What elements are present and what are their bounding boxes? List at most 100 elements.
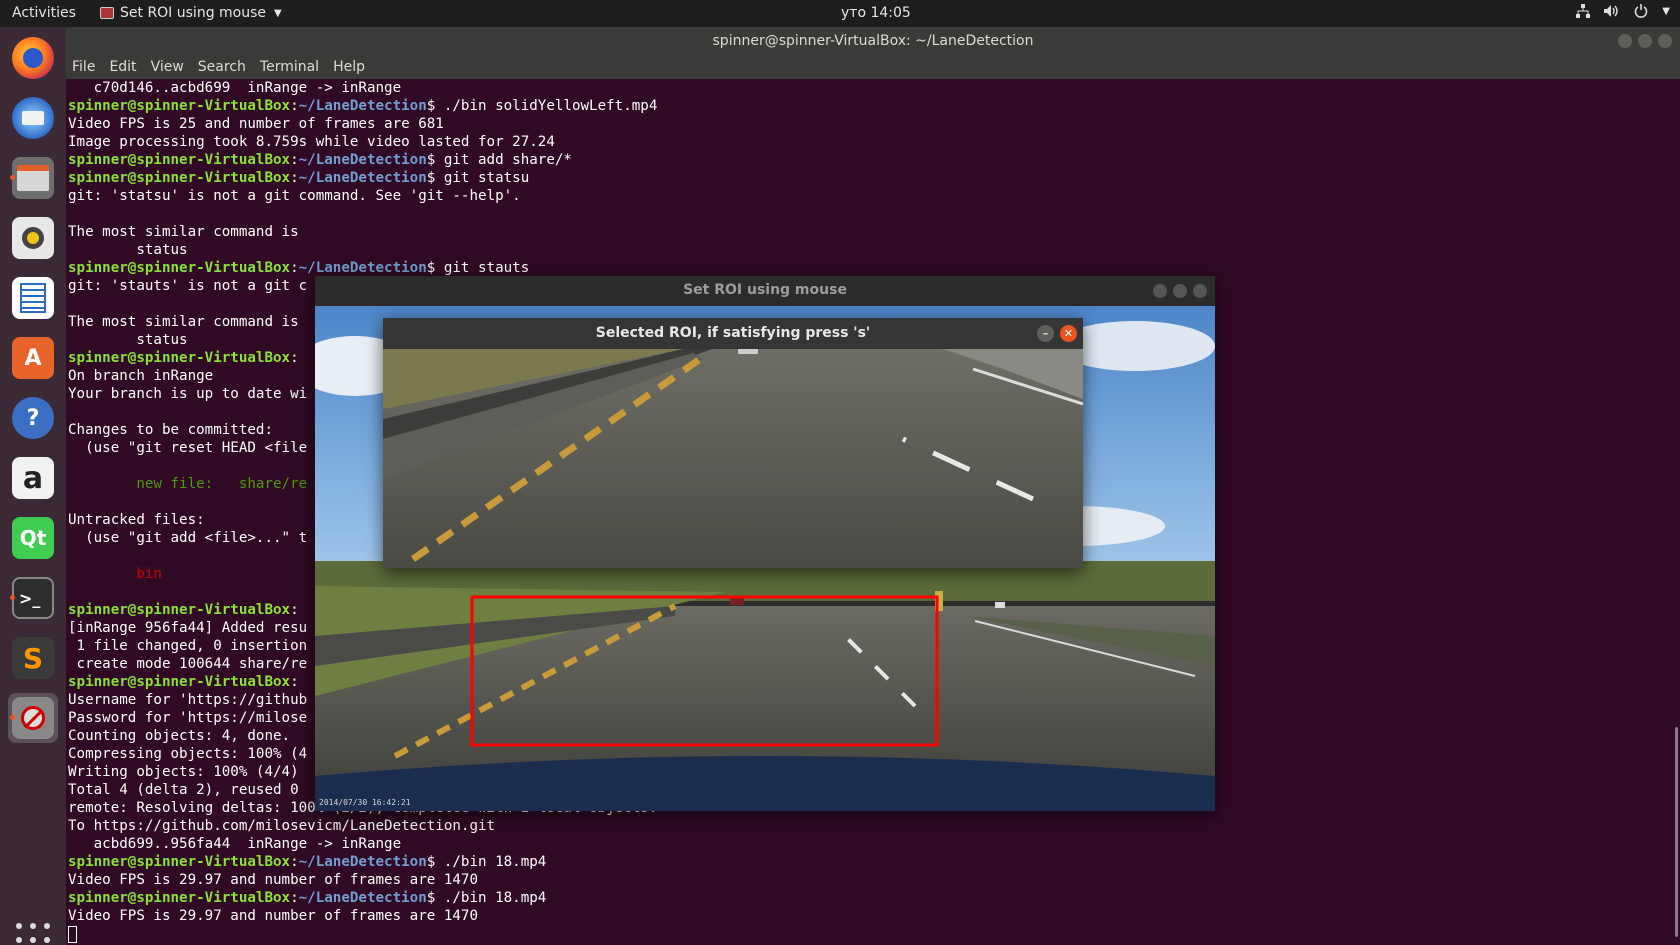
clock[interactable]: уто 14:05 [841,5,911,21]
top-bar: Activities Set ROI using mouse ▼ уто 14:… [0,0,1680,27]
terminal-prompt-line: spinner@spinner-VirtualBox:~/LaneDetecti… [68,98,658,114]
activities-button[interactable]: Activities [12,5,76,21]
app-menu[interactable]: Set ROI using mouse ▼ [100,5,282,21]
terminal-prompt-line: spinner@spinner-VirtualBox:~/LaneDetecti… [68,890,547,906]
set-roi-titlebar[interactable]: Set ROI using mouse [315,276,1215,306]
menu-help[interactable]: Help [333,59,365,75]
writer-icon [12,277,54,319]
dock-terminal[interactable]: >_ [8,573,58,623]
app-menu-label: Set ROI using mouse [120,5,267,21]
show-applications-icon[interactable] [16,923,50,945]
dock-files[interactable] [8,153,58,203]
dock-firefox[interactable] [8,33,58,83]
menu-edit[interactable]: Edit [109,59,136,75]
terminal-prompt-line: spinner@spinner-VirtualBox: [68,350,299,366]
terminal-line: Video FPS is 29.97 and number of frames … [68,872,478,888]
terminal-line: Username for 'https://github [68,692,308,708]
menu-search[interactable]: Search [198,59,246,75]
terminal-titlebar[interactable]: spinner@spinner-VirtualBox: ~/LaneDetect… [66,27,1680,55]
terminal-line: 1 file changed, 0 insertion [68,638,308,654]
firefox-icon [12,37,54,79]
terminal-line: acbd699..956fa44 inRange -> inRange [68,836,402,852]
terminal-prompt-line: spinner@spinner-VirtualBox: [68,674,299,690]
qt-creator-icon: Qt [12,517,54,559]
terminal-line: Counting objects: 4, done. [68,728,291,744]
terminal-prompt-line: spinner@spinner-VirtualBox:~/LaneDetecti… [68,854,547,870]
chevron-down-icon: ▼ [274,7,282,19]
terminal-line: status [68,332,188,348]
terminal-line: status [68,242,188,258]
terminal-line: Image processing took 8.759s while video… [68,134,555,150]
terminal-line: (use "git reset HEAD <file [68,440,308,456]
maximize-icon[interactable] [1173,284,1187,298]
terminal-line: Untracked files: [68,512,205,528]
minimize-icon[interactable] [1618,34,1632,48]
amazon-icon: a [12,457,54,499]
close-icon[interactable] [1193,284,1207,298]
dock-opencv-window[interactable] [8,693,58,743]
dock: A ? a Qt >_ S [0,27,66,945]
terminal-line: Password for 'https://milose [68,710,308,726]
dock-rhythmbox[interactable] [8,213,58,263]
terminal-line: Compressing objects: 100% (4 [68,746,308,762]
terminal-line: Your branch is up to date wi [68,386,308,402]
terminal-prompt-line: spinner@spinner-VirtualBox:~/LaneDetecti… [68,152,572,168]
dock-qt-creator[interactable]: Qt [8,513,58,563]
terminal-prompt-line: spinner@spinner-VirtualBox:~/LaneDetecti… [68,170,530,186]
terminal-line: git: 'stauts' is not a git c [68,278,308,294]
menu-view[interactable]: View [151,59,184,75]
selected-roi-image [383,349,1083,568]
help-icon: ? [12,397,54,439]
terminal-line: Total 4 (delta 2), reused 0 [68,782,299,798]
terminal-title: spinner@spinner-VirtualBox: ~/LaneDetect… [712,33,1034,49]
menu-terminal[interactable]: Terminal [260,59,319,75]
terminal-scrollbar[interactable] [1675,727,1678,937]
power-icon[interactable] [1634,4,1648,22]
minimize-icon[interactable]: – [1037,325,1054,342]
terminal-line: [inRange 956fa44] Added resu [68,620,308,636]
dock-help[interactable]: ? [8,393,58,443]
terminal-prompt-line: spinner@spinner-VirtualBox:~/LaneDetecti… [68,260,530,276]
terminal-line: The most similar command is [68,224,299,240]
app-menu-icon [100,7,114,19]
selected-roi-title: Selected ROI, if satisfying press 's' [595,325,871,341]
dock-writer[interactable] [8,273,58,323]
terminal-icon: >_ [12,577,54,619]
terminal-cursor [68,925,77,943]
minimize-icon[interactable] [1153,284,1167,298]
terminal-line: The most similar command is [68,314,299,330]
selected-roi-titlebar[interactable]: Selected ROI, if satisfying press 's' – … [383,318,1083,349]
terminal-line: (use "git add <file>..." t [68,530,308,546]
set-roi-title: Set ROI using mouse [683,282,847,298]
network-icon[interactable] [1576,4,1591,22]
dock-amazon[interactable]: a [8,453,58,503]
volume-icon[interactable] [1604,4,1620,22]
menu-file[interactable]: File [72,59,95,75]
terminal-line: git: 'statsu' is not a git command. See … [68,188,521,204]
road-crop-image [383,349,1083,568]
terminal-line: On branch inRange [68,368,214,384]
close-icon[interactable] [1658,34,1672,48]
terminal-line: Video FPS is 25 and number of frames are… [68,116,444,132]
files-icon [12,157,54,199]
terminal-line: create mode 100644 share/re [68,656,308,672]
terminal-line: c70d146..acbd699 inRange -> inRange [68,80,402,96]
terminal-line: new file: share/re [68,476,308,492]
opencv-window-icon [12,697,54,739]
chevron-down-icon[interactable]: ▼ [1662,6,1670,22]
terminal-line: Writing objects: 100% (4/4) [68,764,299,780]
terminal-prompt-line: spinner@spinner-VirtualBox: [68,602,299,618]
selected-roi-window[interactable]: Selected ROI, if satisfying press 's' – … [383,318,1083,568]
maximize-icon[interactable] [1638,34,1652,48]
sublime-text-icon: S [12,637,54,679]
software-center-icon: A [12,337,54,379]
thunderbird-icon [12,97,54,139]
dock-software-center[interactable]: A [8,333,58,383]
video-timestamp: 2014/07/30 16:42:21 [319,798,411,807]
terminal-line: To https://github.com/milosevicm/LaneDet… [68,818,496,834]
terminal-line: Video FPS is 29.97 and number of frames … [68,908,478,924]
dock-thunderbird[interactable] [8,93,58,143]
close-icon[interactable]: ✕ [1060,325,1077,342]
dock-sublime-text[interactable]: S [8,633,58,683]
system-tray[interactable]: ▼ [1576,4,1670,22]
